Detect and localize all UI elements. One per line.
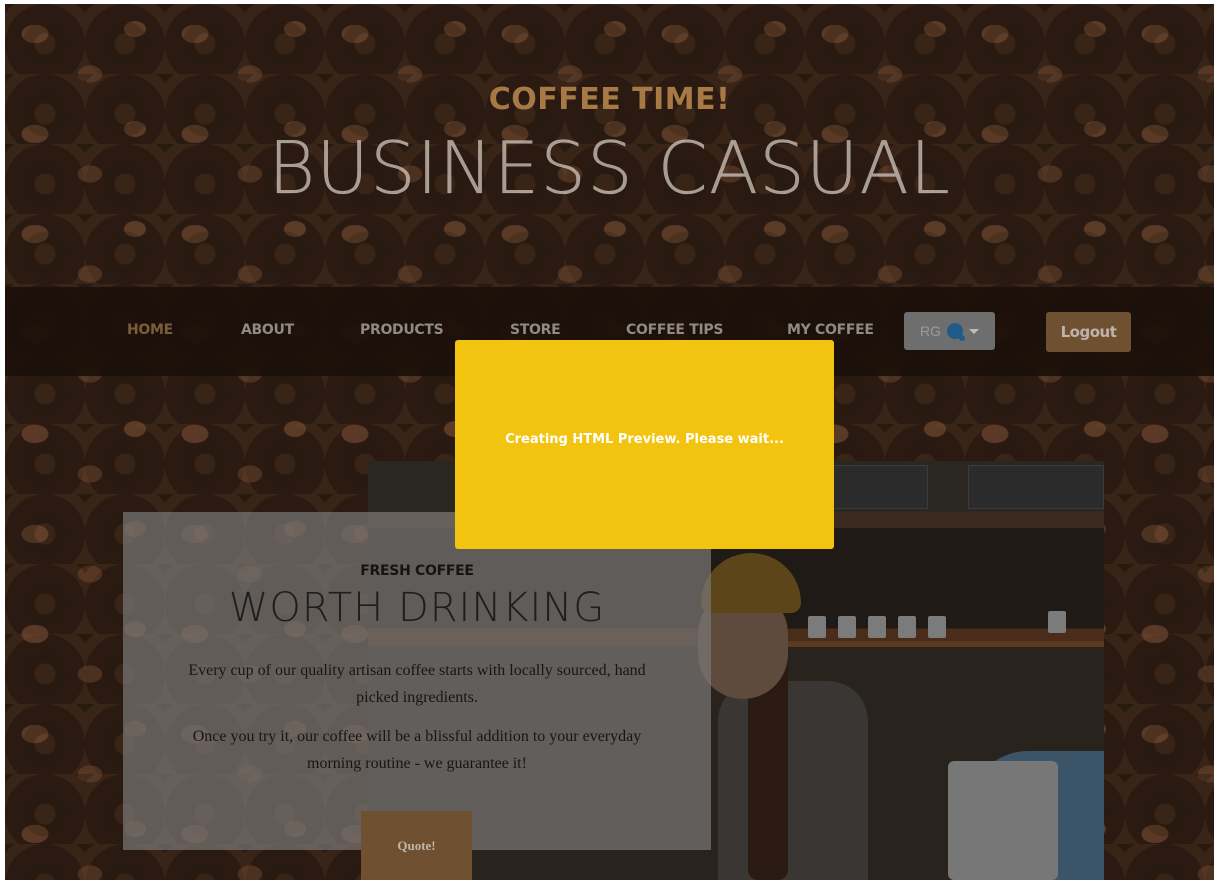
menu-sign bbox=[828, 465, 928, 509]
intro-lower-heading: WORTH DRINKING bbox=[228, 585, 606, 631]
cup bbox=[928, 616, 946, 638]
site-subtitle: COFFEE TIME! bbox=[488, 82, 731, 117]
intro-card: FRESH COFFEE WORTH DRINKING Every cup of… bbox=[123, 512, 711, 850]
nav-products[interactable]: PRODUCTS bbox=[360, 322, 444, 338]
nav-home[interactable]: HOME bbox=[127, 322, 173, 338]
shelf bbox=[788, 641, 1104, 647]
profile-initials: RG bbox=[920, 323, 941, 339]
quote-button[interactable]: Quote! bbox=[361, 811, 472, 880]
nav-coffee-tips[interactable]: COFFEE TIPS bbox=[626, 322, 723, 338]
profile-dropdown[interactable]: RG bbox=[904, 312, 995, 350]
nav-store[interactable]: STORE bbox=[510, 322, 561, 338]
loading-message: Creating HTML Preview. Please wait... bbox=[505, 432, 784, 447]
loading-dialog: Creating HTML Preview. Please wait... bbox=[455, 340, 834, 549]
cup bbox=[838, 616, 856, 638]
site-header: COFFEE TIME! BUSINESS CASUAL bbox=[5, 4, 1214, 287]
nav-about[interactable]: ABOUT bbox=[241, 322, 294, 338]
menu-sign bbox=[968, 465, 1104, 509]
user-avatar-icon bbox=[947, 323, 965, 341]
intro-paragraph-1: Every cup of our quality artisan coffee … bbox=[188, 662, 646, 706]
cup bbox=[898, 616, 916, 638]
intro-paragraph-2: Once you try it, our coffee will be a bl… bbox=[192, 728, 642, 772]
barista-body bbox=[718, 681, 868, 880]
cup bbox=[808, 616, 826, 638]
white-cup bbox=[948, 761, 1058, 880]
cup bbox=[868, 616, 886, 638]
caret-down-icon bbox=[969, 328, 979, 334]
cup bbox=[1048, 611, 1066, 633]
barista-hat bbox=[701, 553, 801, 613]
intro-upper-heading: FRESH COFFEE bbox=[360, 563, 474, 579]
nav-my-coffee[interactable]: MY COFFEE bbox=[787, 322, 874, 338]
site-title: BUSINESS CASUAL bbox=[268, 126, 951, 210]
logout-button[interactable]: Logout bbox=[1046, 312, 1131, 352]
